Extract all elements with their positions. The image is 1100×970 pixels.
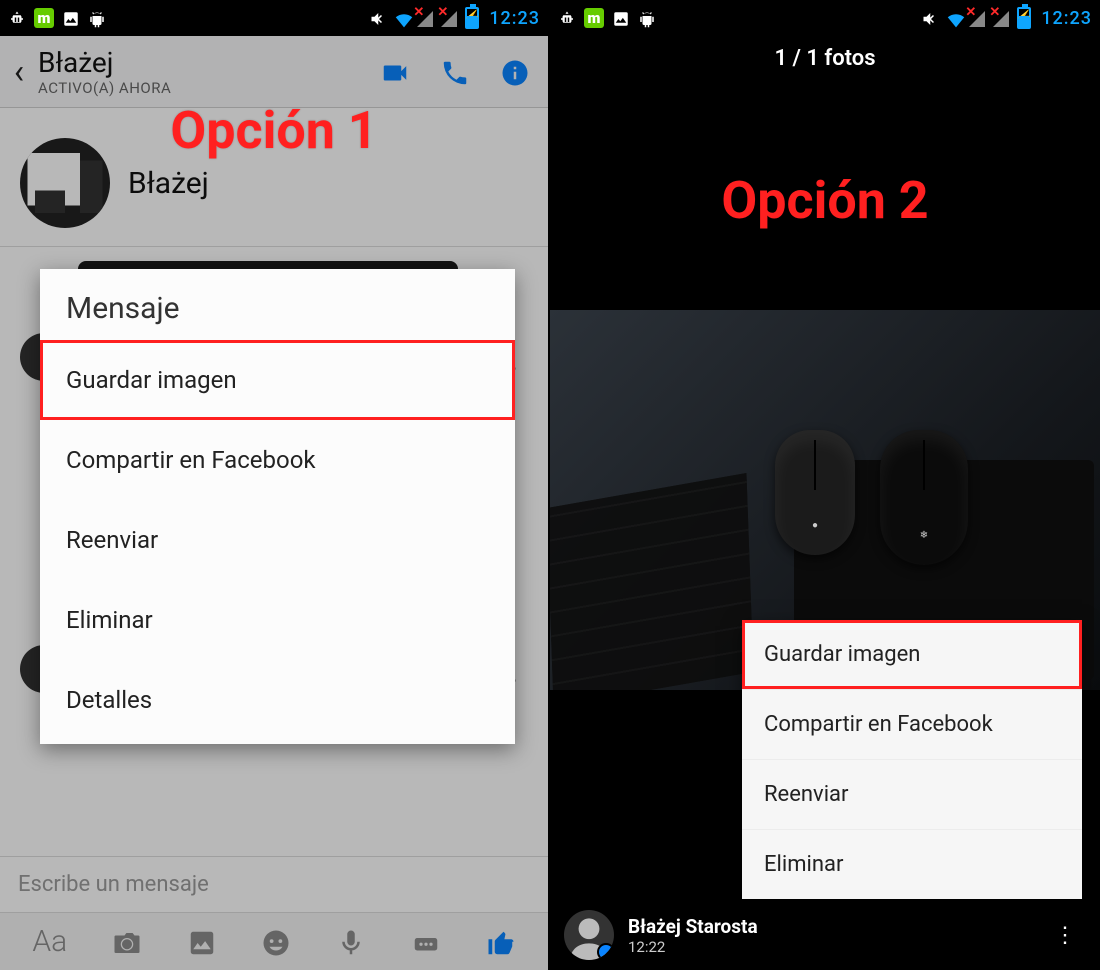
chat-input-placeholder: Escribe un mensaje — [18, 872, 209, 897]
mute-icon — [367, 8, 385, 29]
mute-icon — [919, 8, 937, 29]
photo-icon — [62, 8, 80, 29]
option2-screenshot: m ✕ ✕ ⚡ 12:23 1 / 1 fotos Opción 2 X7 ● — [550, 0, 1100, 970]
chat-input[interactable]: Escribe un mensaje — [0, 856, 548, 912]
chat-header: ‹ Błażej ACTIVO(A) AHORA — [0, 36, 548, 108]
sender-name: Błażej Starosta — [628, 915, 758, 938]
m-app-icon: m — [34, 8, 54, 28]
like-icon[interactable] — [486, 924, 516, 959]
android-icon — [638, 8, 656, 29]
menu-item-forward[interactable]: Reenviar — [40, 500, 515, 580]
m-app-icon: m — [584, 8, 604, 28]
microphone-icon[interactable] — [336, 924, 366, 959]
menu-item-delete[interactable]: Eliminar — [742, 829, 1082, 899]
more-options-icon[interactable]: ⋮ — [1046, 915, 1086, 956]
menu-item-share-facebook[interactable]: Compartir en Facebook — [742, 689, 1082, 759]
status-clock: 12:23 — [489, 8, 540, 29]
more-icon[interactable] — [411, 924, 441, 959]
gallery-icon[interactable] — [187, 924, 217, 959]
header-contact-status: ACTIVO(A) AHORA — [38, 79, 374, 97]
menu-item-share-facebook[interactable]: Compartir en Facebook — [40, 420, 515, 500]
sender-time: 12:22 — [628, 938, 758, 956]
signal-2-icon: ✕ — [441, 9, 459, 27]
back-chevron-icon[interactable]: ‹ — [10, 52, 28, 92]
emoji-icon[interactable] — [261, 924, 291, 959]
status-bar: m ✕ ✕ ⚡ 12:23 — [550, 0, 1100, 36]
battery-charging-icon: ⚡ — [465, 7, 479, 29]
menu-item-details[interactable]: Detalles — [40, 660, 515, 740]
profile-name: Błażej — [128, 166, 209, 201]
bug-icon — [558, 8, 576, 29]
photo-sender-bar: Błażej Starosta 12:22 ⋮ — [550, 900, 1100, 970]
messenger-badge-icon — [597, 943, 614, 960]
wifi-icon — [943, 9, 963, 27]
overlay-label-1: Opción 1 — [0, 100, 548, 161]
header-contact-name: Błażej — [38, 46, 374, 79]
menu-item-forward[interactable]: Reenviar — [742, 759, 1082, 829]
signal-1-icon: ✕ — [969, 9, 987, 27]
photo-mouse-2: ❄ — [880, 430, 968, 565]
video-call-icon[interactable] — [380, 54, 410, 89]
context-menu-title: Mensaje — [40, 269, 515, 340]
battery-charging-icon: ⚡ — [1017, 7, 1031, 29]
sender-avatar[interactable] — [564, 910, 614, 960]
menu-item-delete[interactable]: Eliminar — [40, 580, 515, 660]
context-menu: Mensaje Guardar imagen Compartir en Face… — [40, 269, 515, 744]
status-clock: 12:23 — [1041, 8, 1092, 29]
photo-keyboard — [550, 473, 753, 690]
voice-call-icon[interactable] — [440, 54, 470, 89]
status-bar: m ✕ ✕ ⚡ 12:23 — [0, 0, 548, 36]
signal-2-icon: ✕ — [993, 9, 1011, 27]
photo-icon — [612, 8, 630, 29]
photo-counter: 1 / 1 fotos — [550, 46, 1100, 71]
context-menu: Guardar imagen Compartir en Facebook Ree… — [742, 620, 1082, 899]
chat-action-bar: Aa — [0, 912, 548, 970]
bug-icon — [8, 8, 26, 29]
info-icon[interactable] — [500, 54, 530, 89]
wifi-icon — [391, 9, 411, 27]
menu-item-save-image[interactable]: Guardar imagen — [742, 620, 1082, 689]
text-style-button[interactable]: Aa — [32, 924, 67, 959]
signal-1-icon: ✕ — [417, 9, 435, 27]
menu-item-save-image[interactable]: Guardar imagen — [40, 340, 515, 420]
photo-mouse-1: ● — [775, 430, 855, 555]
option1-screenshot: m ✕ ✕ ⚡ 12:23 ‹ Błażej ACTIVO(A) AHORA — [0, 0, 550, 970]
overlay-label-2: Opción 2 — [550, 170, 1100, 231]
android-icon — [88, 8, 106, 29]
camera-icon[interactable] — [112, 924, 142, 959]
